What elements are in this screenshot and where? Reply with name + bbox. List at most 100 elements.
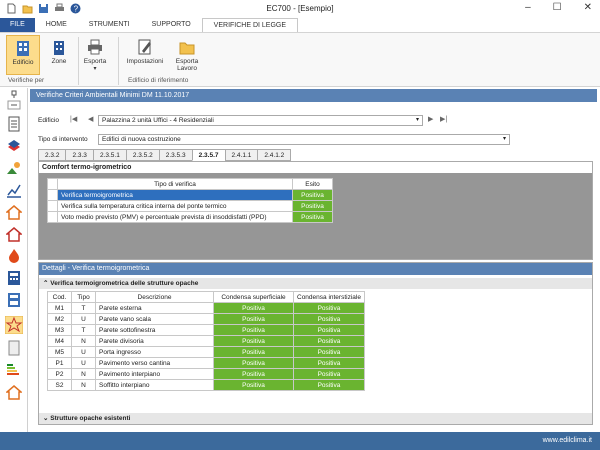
section-strutture-esistenti[interactable]: ⌄ Strutture opache esistenti (39, 413, 592, 424)
condensa-interstiziale-header: Condensa interstiziale (293, 291, 365, 303)
tab-file[interactable]: FILE (0, 18, 35, 32)
maximize-icon[interactable]: ☐ (553, 2, 562, 13)
subtab-2-3-5-1[interactable]: 2.3.5.1 (92, 149, 127, 161)
tipo-verifica-header: Tipo di verifica (57, 178, 293, 190)
cam-star-icon[interactable] (5, 316, 23, 334)
condensa-sup-cell: Positiva (213, 346, 294, 358)
folder-export-icon (179, 42, 195, 55)
subtab-2-3-3[interactable]: 2.3.3 (65, 149, 94, 161)
table-row[interactable]: P1 U Pavimento verso cantina Positiva Positi… (47, 357, 365, 369)
tab-verifiche-di-legge[interactable]: VERIFICHE DI LEGGE (201, 18, 299, 32)
house-icon[interactable] (6, 204, 22, 220)
subtab-2-3-5-3[interactable]: 2.3.5.3 (158, 149, 193, 161)
house-number-icon[interactable] (6, 384, 22, 400)
tab-home[interactable]: HOME (35, 18, 78, 32)
cod-cell: M2 (47, 313, 72, 325)
ribbon: Edificio Zone Esporta ▾ Impostazioni Esp… (0, 32, 600, 87)
chevron-down-icon: ▾ (502, 136, 506, 142)
condensa-int-cell: Positiva (293, 346, 365, 358)
table-row[interactable]: M3 T Parete sottofinestra Positiva Positiva (47, 324, 365, 336)
descrizione-header: Descrizione (95, 291, 214, 303)
esporta-lavoro-button[interactable]: Esporta Lavoro (170, 35, 204, 75)
zone-button[interactable]: Zone (42, 35, 76, 75)
tipo-header: Tipo (71, 291, 96, 303)
edificio-field-label: Edificio (38, 117, 59, 124)
section-strutture-opache[interactable]: ⌃ Verifica termoigrometrica delle strutt… (39, 278, 592, 289)
calculator-icon[interactable] (6, 270, 22, 286)
condensa-int-cell: Positiva (293, 357, 365, 369)
impostazioni-button[interactable]: Impostazioni (122, 35, 168, 75)
close-icon[interactable]: ✕ (584, 2, 592, 13)
tipo-cell: N (71, 368, 96, 380)
tab-supporto[interactable]: SUPPORTO (141, 18, 202, 32)
condensa-int-cell: Positiva (293, 335, 365, 347)
previous-record-icon[interactable]: ◀ (88, 115, 93, 123)
descrizione-cell: Parete vano scala (95, 313, 214, 325)
esporta-button[interactable]: Esporta ▾ (76, 35, 114, 75)
minimize-icon[interactable]: – (525, 2, 531, 13)
edificio-button[interactable]: Edificio (6, 35, 40, 75)
title-bar: ? EC700 - [Esempio] – ☐ ✕ (0, 0, 600, 18)
table-row[interactable]: Verifica sulla temperatura critica inter… (47, 200, 333, 212)
subtab-2-3-5-2[interactable]: 2.3.5.2 (125, 149, 160, 161)
table-row[interactable]: S2 N Soffitto interpiano Positiva Positiva (47, 379, 365, 391)
descrizione-cell: Pavimento verso cantina (95, 357, 214, 369)
sun-house-icon[interactable] (6, 160, 22, 176)
descrizione-cell: Soffitto interpiano (95, 379, 214, 391)
flame-icon[interactable] (6, 248, 22, 264)
pin-icon[interactable] (6, 90, 22, 98)
zone-icon (54, 41, 64, 55)
calculator-alt-icon[interactable] (6, 292, 22, 308)
table-row[interactable]: Verifica termoigrometrica Positiva (47, 189, 333, 201)
subtab-2-4-1-1[interactable]: 2.4.1.1 (224, 149, 259, 161)
table-row[interactable]: M2 U Parete vano scala Positiva Positiva (47, 313, 365, 325)
descrizione-cell: Pavimento interpiano (95, 368, 214, 380)
tipo-cell: U (71, 357, 96, 369)
table-row[interactable]: P2 N Pavimento interpiano Positiva Positiva (47, 368, 365, 380)
edificio-select[interactable]: Palazzina 2 unità Uffici - 4 Residenzial… (98, 115, 423, 126)
house-red-icon[interactable] (6, 226, 22, 242)
edificio-label: Edificio (12, 59, 34, 66)
status-bar-link[interactable]: www.edilclima.it (543, 437, 592, 444)
status-bar: www.edilclima.it (0, 432, 600, 450)
verifica-desc[interactable]: Verifica sulla temperatura critica inter… (57, 200, 293, 212)
condensa-superficiale-header: Condensa superficiale (213, 291, 294, 303)
edificio-select-value: Palazzina 2 unità Uffici - 4 Residenzial… (102, 117, 214, 124)
table-row[interactable]: M4 N Parete divisoria Positiva Positiva (47, 335, 365, 347)
ribbon-group-verifiche-per: Verifiche per (8, 77, 45, 84)
report-icon[interactable] (6, 340, 22, 356)
cod-cell: P2 (47, 368, 72, 380)
descrizione-cell: Parete divisoria (95, 335, 214, 347)
row-indicator-header (47, 178, 58, 190)
expand-icon[interactable] (6, 100, 22, 110)
window-controls: – ☐ ✕ (525, 2, 592, 13)
subtab-2-3-2[interactable]: 2.3.2 (38, 149, 67, 161)
table-row[interactable]: M5 U Porta ingresso Positiva Positiva (47, 346, 365, 358)
verifica-desc[interactable]: Verifica termoigrometrica (57, 189, 293, 201)
tipo-intervento-select[interactable]: Edifici di nuova costruzione ▾ (98, 134, 510, 145)
table-row[interactable]: M1 T Parete esterna Positiva Positiva (47, 302, 365, 314)
table-row[interactable]: Voto medio previsto (PMV) e percentuale … (47, 211, 333, 223)
first-record-icon[interactable]: |◀ (70, 115, 77, 123)
descrizione-cell: Parete esterna (95, 302, 214, 314)
subtab-2-3-5-7[interactable]: 2.3.5.7 (191, 149, 226, 161)
tipo-cell: U (71, 313, 96, 325)
tab-strumenti[interactable]: STRUMENTI (78, 18, 141, 32)
last-record-icon[interactable]: ▶| (440, 115, 447, 123)
dettagli-title: Dettagli - Verifica termoigrometrica (39, 263, 592, 275)
verifica-desc[interactable]: Voto medio previsto (PMV) e percentuale … (57, 211, 293, 223)
panel-title: Verifiche Criteri Ambientali Minimi DM 1… (30, 89, 597, 102)
energy-class-icon[interactable] (6, 362, 22, 378)
condensa-int-cell: Positiva (293, 368, 365, 380)
document-icon[interactable] (6, 116, 22, 132)
esito-value: Positiva (292, 211, 333, 223)
section-strutture-opache-label: Verifica termoigrometrica delle struttur… (50, 280, 199, 287)
chart-icon[interactable] (6, 182, 22, 198)
layers-icon[interactable] (6, 138, 22, 154)
condensa-int-cell: Positiva (293, 313, 365, 325)
subtab-2-4-1-2[interactable]: 2.4.1.2 (257, 149, 292, 161)
ribbon-group-edificio-riferimento: Edificio di riferimento (128, 77, 189, 84)
tipo-intervento-value: Edifici di nuova costruzione (102, 136, 181, 143)
next-record-icon[interactable]: ▶ (428, 115, 433, 123)
row-indicator (47, 211, 58, 223)
